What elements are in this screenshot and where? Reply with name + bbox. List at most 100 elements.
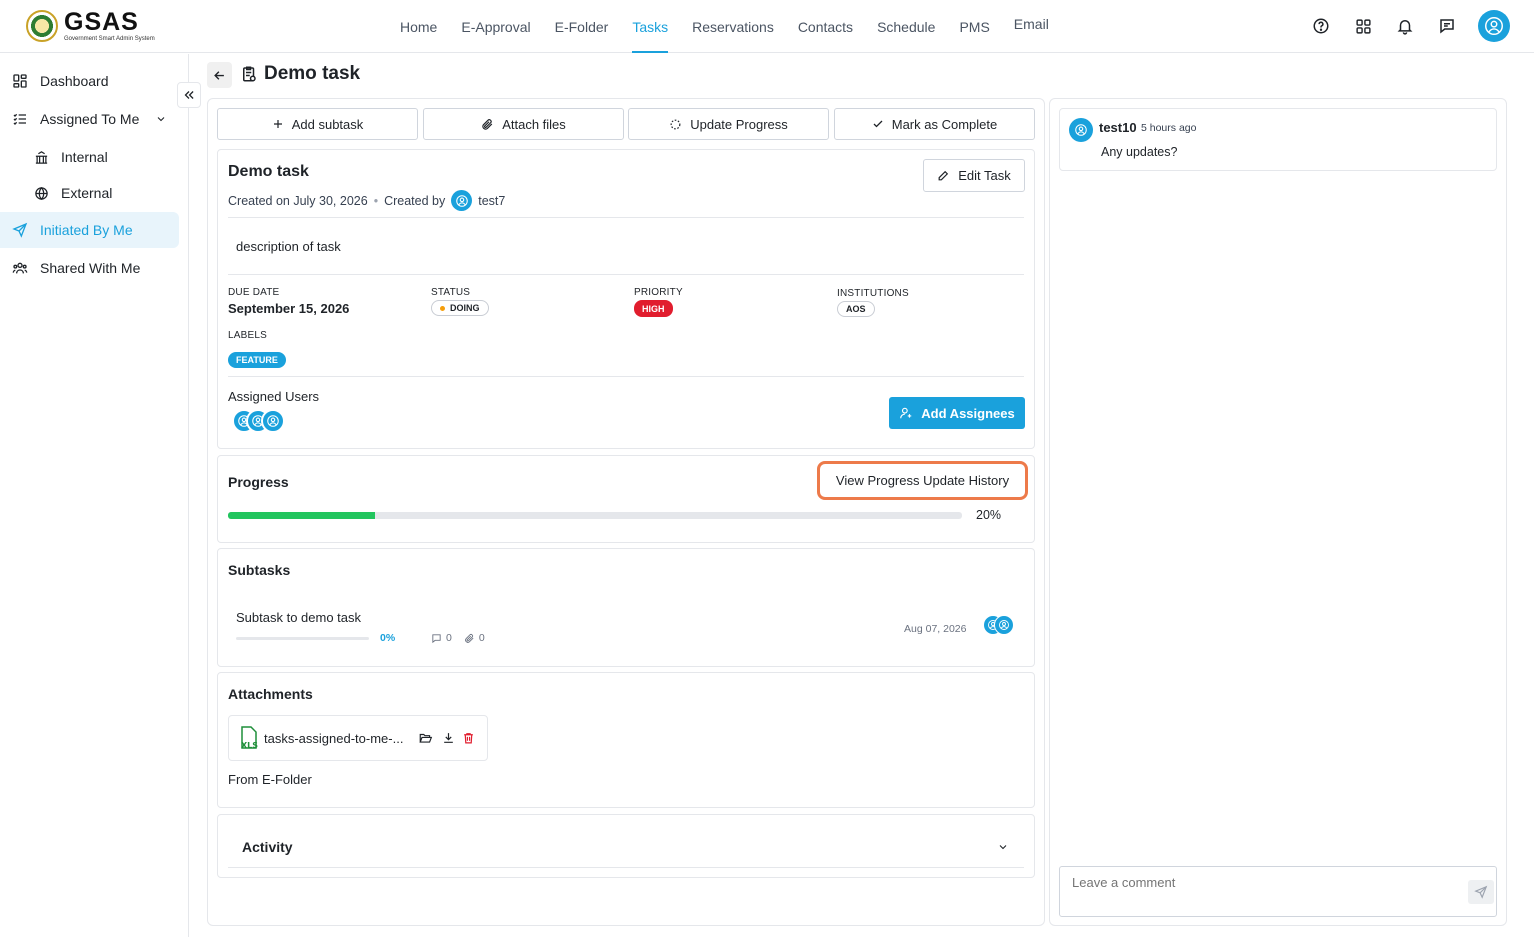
attachment-item[interactable]: XLS tasks-assigned-to-me-... <box>228 715 488 761</box>
progress-bar <box>228 512 962 519</box>
view-progress-history-button[interactable]: View Progress Update History <box>817 461 1028 500</box>
institution-badge: AOS <box>837 301 875 317</box>
collapse-sidebar-button[interactable] <box>177 82 201 108</box>
comment-time: 5 hours ago <box>1141 122 1197 134</box>
progress-bar-fill <box>228 512 375 519</box>
assignee-avatar[interactable] <box>261 409 285 433</box>
sidebar-item-label: Assigned To Me <box>40 111 140 127</box>
meta-separator: • <box>373 193 379 208</box>
edit-task-button[interactable]: Edit Task <box>923 159 1025 192</box>
institutions-label: INSTITUTIONS <box>837 288 909 299</box>
labels-label: LABELS <box>228 330 268 341</box>
back-button[interactable] <box>207 62 232 88</box>
created-on-text: Created on July 30, 2026 <box>228 193 368 208</box>
progress-card: Progress View Progress Update History 20… <box>217 455 1035 543</box>
plus-icon <box>272 118 284 130</box>
comment-input[interactable] <box>1059 866 1497 917</box>
mark-complete-button[interactable]: Mark as Complete <box>834 108 1035 140</box>
sidebar-item-initiated-by-me[interactable]: Initiated By Me <box>0 212 179 248</box>
divider <box>228 867 1024 868</box>
nav-contacts[interactable]: Contacts <box>786 0 865 53</box>
divider <box>228 376 1024 377</box>
subtask-progress-bar <box>236 637 369 640</box>
subtask-row[interactable]: Subtask to demo task 0% 0 0 Aug 07, 2026 <box>228 597 1026 655</box>
subtask-name: Subtask to demo task <box>236 610 362 625</box>
add-subtask-button[interactable]: Add subtask <box>217 108 418 140</box>
arrow-left-icon <box>212 68 227 83</box>
status-dot <box>440 305 445 311</box>
nav-e-approval[interactable]: E-Approval <box>449 0 542 53</box>
sidebar-item-shared-with-me[interactable]: Shared With Me <box>0 250 179 286</box>
sidebar-item-assigned-to-me[interactable]: Assigned To Me <box>0 101 179 137</box>
download-icon[interactable] <box>442 731 455 745</box>
paperclip-icon <box>464 633 475 644</box>
subtask-assignee-avatar[interactable] <box>994 615 1014 635</box>
comments-panel <box>1049 98 1507 926</box>
divider <box>228 274 1024 275</box>
chevron-down-icon[interactable] <box>997 841 1009 853</box>
send-comment-button[interactable] <box>1468 880 1494 904</box>
nav-reservations[interactable]: Reservations <box>680 0 786 53</box>
subtask-comment-count: 0 <box>446 632 452 644</box>
created-by-label: Created by <box>384 193 446 208</box>
update-progress-button[interactable]: Update Progress <box>628 108 829 140</box>
paperclip-icon <box>481 118 494 131</box>
nav-home[interactable]: Home <box>388 0 449 53</box>
attachment-source: From E-Folder <box>228 772 312 787</box>
user-avatar-icon[interactable] <box>1478 10 1510 42</box>
update-progress-label: Update Progress <box>690 116 788 132</box>
main-nav: Home E-Approval E-Folder Tasks Reservati… <box>388 0 1061 53</box>
bell-icon[interactable] <box>1394 15 1416 37</box>
nav-pms[interactable]: PMS <box>947 0 1001 53</box>
edit-task-label: Edit Task <box>958 168 1011 183</box>
activity-card[interactable]: Activity <box>217 814 1035 878</box>
nav-e-folder[interactable]: E-Folder <box>543 0 621 53</box>
users-icon <box>12 260 28 276</box>
comment-icon <box>431 633 442 644</box>
progress-title: Progress <box>228 474 289 490</box>
status-label: STATUS <box>431 287 471 298</box>
nav-email[interactable]: Email <box>1002 0 1061 50</box>
gsas-logo[interactable]: GSAS Government Smart Admin System <box>26 10 155 42</box>
user-plus-icon <box>899 406 913 420</box>
send-icon <box>1474 885 1488 899</box>
institution-icon <box>34 150 49 165</box>
priority-badge: HIGH <box>634 300 673 317</box>
messages-icon[interactable] <box>1436 15 1458 37</box>
add-assignees-button[interactable]: Add Assignees <box>889 397 1025 429</box>
folder-open-icon[interactable] <box>418 731 433 745</box>
subtask-due-date: Aug 07, 2026 <box>904 623 967 635</box>
subtasks-card: Subtasks Subtask to demo task 0% 0 0 Aug… <box>217 548 1035 667</box>
subtask-progress-value: 0% <box>380 632 396 644</box>
subtasks-title: Subtasks <box>228 562 291 578</box>
task-details-card: Demo task Created on July 30, 2026 • Cre… <box>217 149 1035 449</box>
sidebar-item-label: Internal <box>61 149 108 165</box>
activity-title: Activity <box>242 839 293 855</box>
progress-value: 20% <box>976 508 1002 522</box>
task-meta: Created on July 30, 2026 • Created by te… <box>228 190 505 211</box>
page-title: Demo task <box>240 63 360 85</box>
status-text: DOING <box>450 303 480 313</box>
sidebar-item-external[interactable]: External <box>0 175 179 211</box>
sidebar-item-internal[interactable]: Internal <box>0 139 179 175</box>
svg-text:XLS: XLS <box>241 741 258 750</box>
attach-files-button[interactable]: Attach files <box>423 108 624 140</box>
help-icon[interactable] <box>1310 15 1332 37</box>
attachments-title: Attachments <box>228 686 313 702</box>
creator-name[interactable]: test7 <box>478 194 505 208</box>
chevron-down-icon[interactable] <box>155 113 167 125</box>
send-icon <box>12 222 28 238</box>
sidebar-item-label: Initiated By Me <box>40 222 133 238</box>
apps-grid-icon[interactable] <box>1352 15 1374 37</box>
page-title-text: Demo task <box>264 63 361 84</box>
status-badge: DOING <box>431 300 489 316</box>
divider <box>228 217 1024 218</box>
checklist-icon <box>12 111 28 127</box>
chevrons-left-icon <box>182 88 196 102</box>
trash-icon[interactable] <box>462 731 475 745</box>
attachment-file-name: tasks-assigned-to-me-... <box>264 731 404 746</box>
assigned-users-label: Assigned Users <box>228 389 320 404</box>
nav-schedule[interactable]: Schedule <box>865 0 947 53</box>
sidebar-item-dashboard[interactable]: Dashboard <box>0 63 179 99</box>
nav-tasks[interactable]: Tasks <box>620 0 680 53</box>
